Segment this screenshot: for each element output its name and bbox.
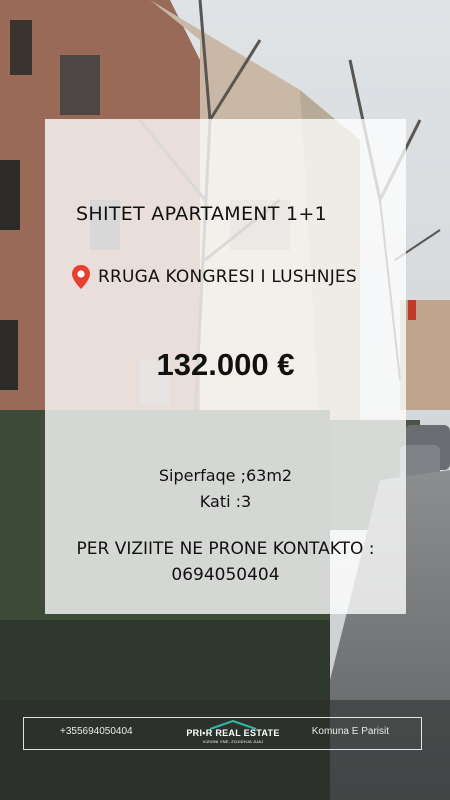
contact-phone[interactable]: 0694050404	[45, 565, 406, 585]
footer-bar: +355694050404 PRI•R REAL ESTATE VIZIONI …	[23, 717, 422, 750]
price: 132.000 €	[156, 347, 295, 382]
listing-title: SHITET APARTAMENT 1+1	[76, 203, 328, 225]
floor-text: Kati :3	[199, 492, 252, 511]
contact-label: PER VIZIITE NE PRONE KONTAKTO :	[76, 539, 375, 559]
area-text: Siperfaqe ;63m2	[158, 466, 293, 485]
brand-name: PRI•R REAL ESTATE	[186, 728, 280, 738]
footer-phone[interactable]: +355694050404	[60, 726, 133, 737]
brand-logo: PRI•R REAL ESTATE VIZIONI YNE, ZGJIDHJA …	[178, 718, 288, 749]
location-text: RRUGA KONGRESI I LUSHNJES	[98, 267, 357, 287]
brand-tagline: VIZIONI YNE, ZGJIDHJA JUAJ	[202, 739, 264, 744]
map-pin-icon	[72, 265, 90, 289]
footer-area: Komuna E Parisit	[311, 726, 389, 737]
location-row: RRUGA KONGRESI I LUSHNJES	[70, 264, 357, 290]
